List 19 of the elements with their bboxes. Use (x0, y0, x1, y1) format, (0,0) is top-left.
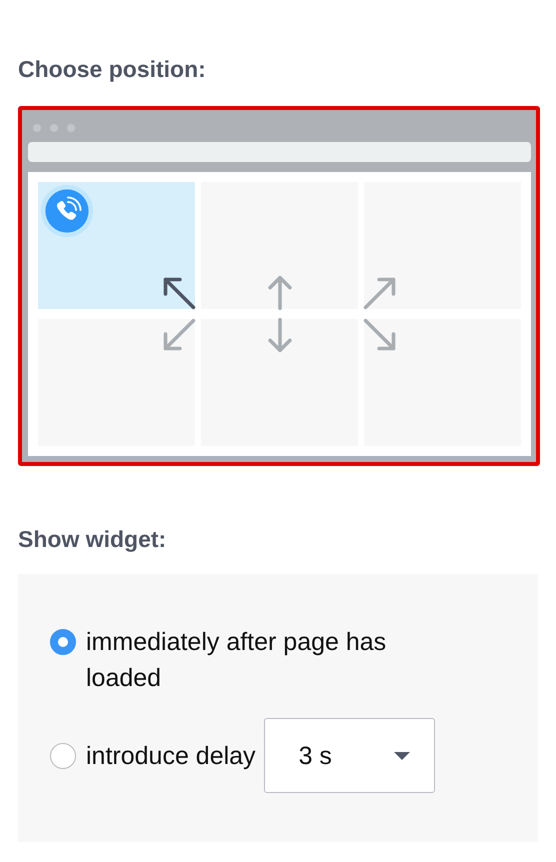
position-cell[interactable] (201, 319, 358, 446)
arrow-icon (362, 317, 398, 353)
position-cell[interactable] (364, 319, 521, 446)
delay-dropdown[interactable]: 3 s (264, 718, 435, 793)
position-cell[interactable] (201, 182, 358, 309)
section-heading: Choose position: (18, 56, 207, 84)
arrow-icon (161, 317, 197, 353)
radio-button[interactable] (50, 629, 76, 655)
position-cell[interactable] (38, 182, 195, 309)
radio-label[interactable]: introduce delay (86, 738, 256, 774)
radio-label[interactable]: immediately after page has loaded (86, 624, 466, 696)
radio-button[interactable] (50, 742, 76, 768)
phone-widget-icon (40, 184, 94, 238)
arrow-icon (161, 275, 197, 311)
caret-icon (394, 752, 410, 760)
section-heading: Show widget: (18, 526, 168, 554)
position-cell[interactable] (38, 319, 195, 446)
position-cell[interactable] (364, 182, 521, 309)
arrow-icon (362, 275, 398, 311)
